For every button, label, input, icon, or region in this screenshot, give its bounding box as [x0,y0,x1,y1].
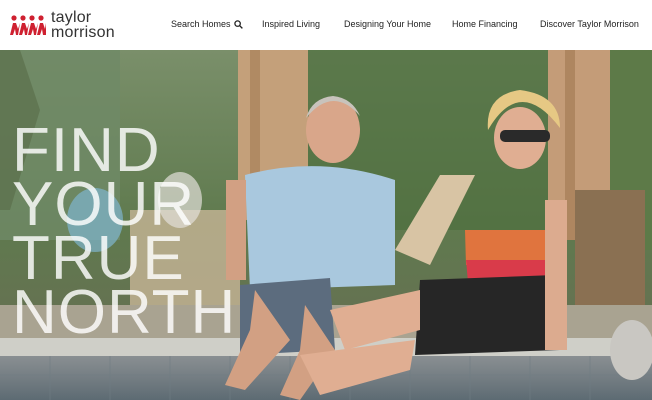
hero-headline: FIND YOUR TRUE NORTH [12,120,272,347]
nav-inspired-living[interactable]: Inspired Living [262,19,320,29]
nav-home-financing-label: Home Financing [452,19,518,29]
nav-designing-your-home-label: Designing Your Home [344,19,432,29]
logo-line-2: morrison [51,24,115,41]
logo-line-1: taylor [51,9,92,26]
logo-figures-icon [10,15,46,35]
nav-designing-your-home[interactable]: Designing Your Home [344,19,431,29]
nav-search-homes[interactable]: Search Homes [171,19,243,29]
hero-banner: FIND YOUR TRUE NORTH [0,50,652,400]
headline-line-4: NORTH [12,278,237,347]
site-header: taylor morrison Search Homes Inspired Li… [0,0,652,50]
nav-inspired-living-label: Inspired Living [262,19,321,29]
nav-discover-taylor-morrison-label: Discover Taylor Morrison [540,19,639,29]
nav-search-homes-label: Search Homes [171,19,231,29]
logo-wordmark: taylor morrison [51,9,115,41]
nav-home-financing[interactable]: Home Financing [452,19,518,29]
nav-discover-taylor-morrison[interactable]: Discover Taylor Morrison [540,19,639,29]
search-icon [233,19,243,29]
taylor-morrison-logo[interactable]: taylor morrison [9,9,115,41]
